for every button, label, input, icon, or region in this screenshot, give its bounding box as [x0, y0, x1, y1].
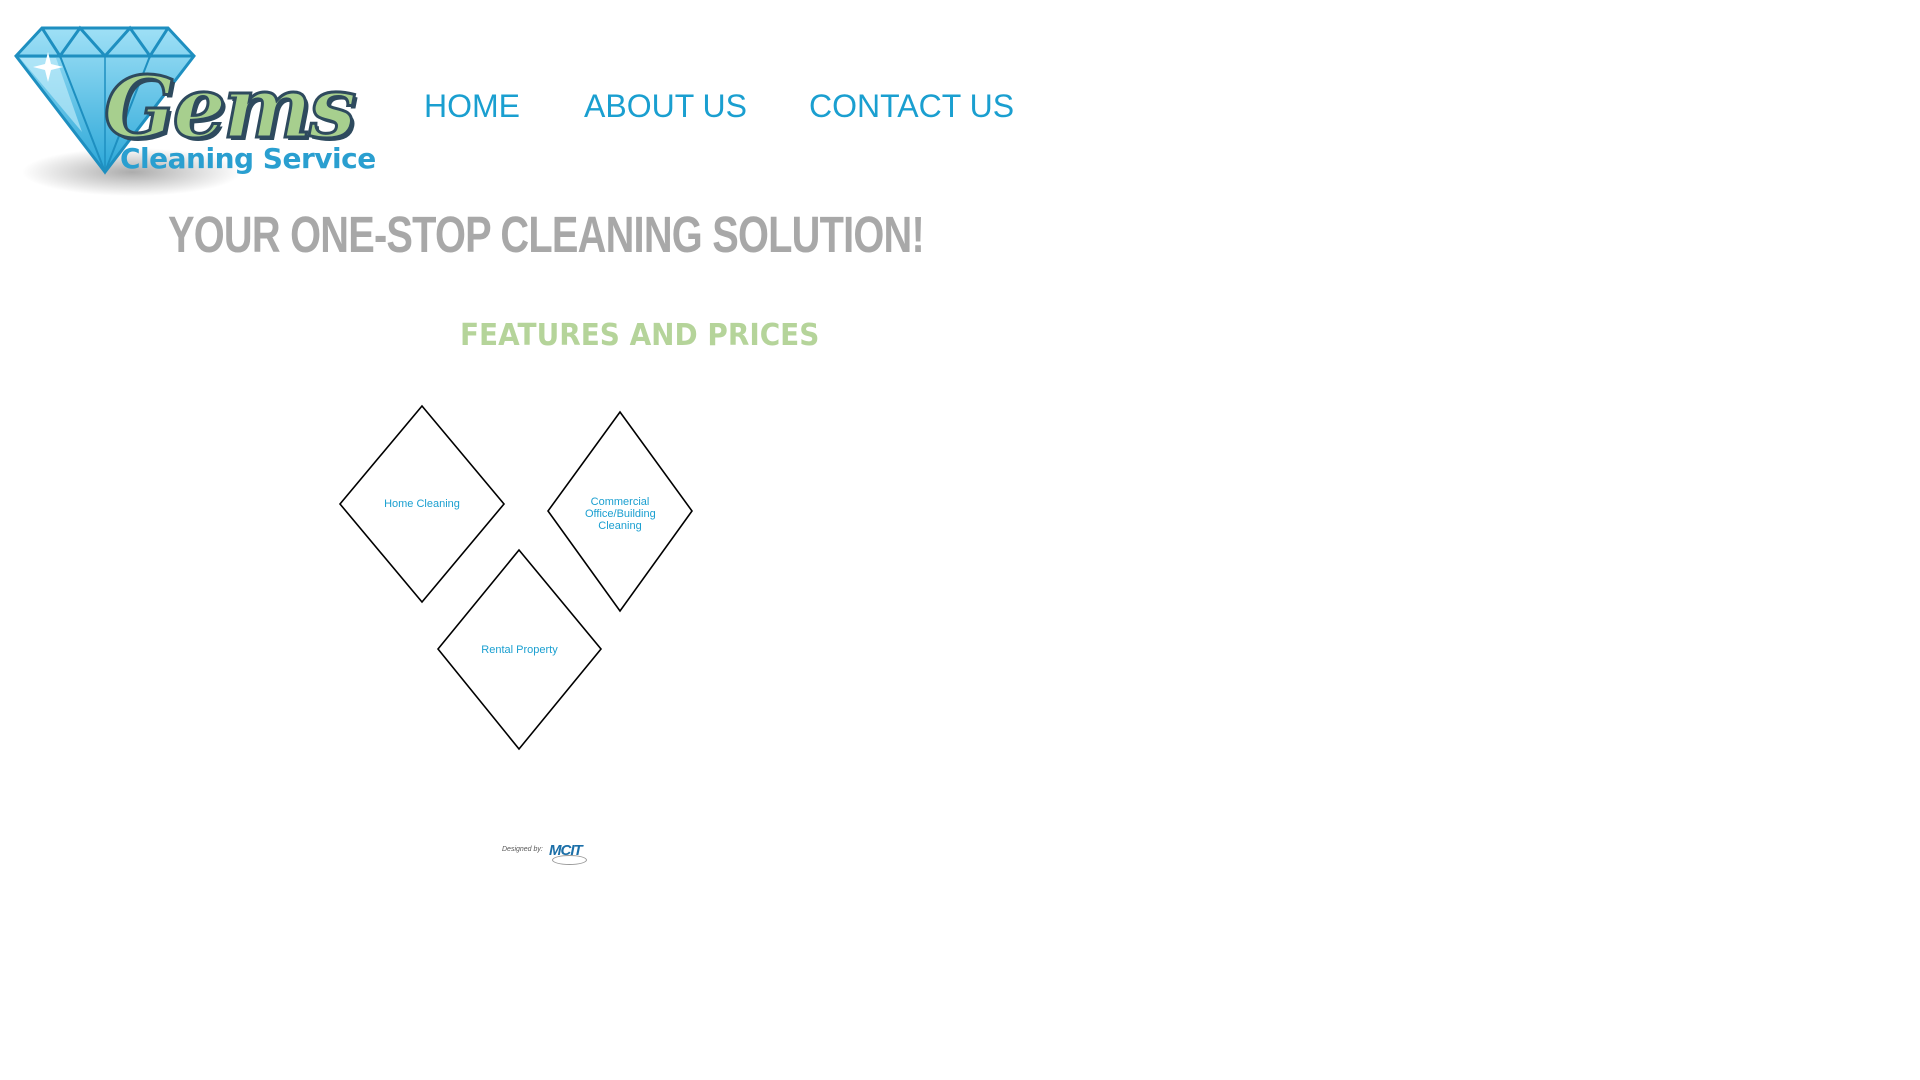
logo-brand-name: Gems — [102, 58, 357, 157]
nav-link-about-us[interactable]: ABOUT US — [584, 86, 747, 126]
service-diamond-rental-property[interactable]: Rental Property — [436, 548, 603, 751]
hero-tagline: YOUR ONE-STOP CLEANING SOLUTION! — [168, 206, 925, 263]
designer-logo-ring-icon — [552, 855, 587, 865]
site-logo[interactable]: Gems Cleaning Service — [12, 22, 376, 202]
features-title: FEATURES AND PRICES — [460, 318, 820, 353]
page: Gems Cleaning Service HOME ABOUT US CONT… — [0, 0, 1920, 1080]
service-label: Home Cleaning — [384, 498, 460, 510]
service-label: Commercial Office/Building Cleaning — [585, 496, 656, 532]
designed-by-label: Designed by: — [502, 846, 543, 853]
nav-link-contact-us[interactable]: CONTACT US — [809, 86, 1014, 126]
service-label: Rental Property — [481, 644, 558, 656]
logo-tagline: Cleaning Service — [120, 142, 376, 175]
designer-credit[interactable]: Designed by: MCIT — [502, 842, 592, 868]
nav-link-home[interactable]: HOME — [424, 86, 520, 126]
